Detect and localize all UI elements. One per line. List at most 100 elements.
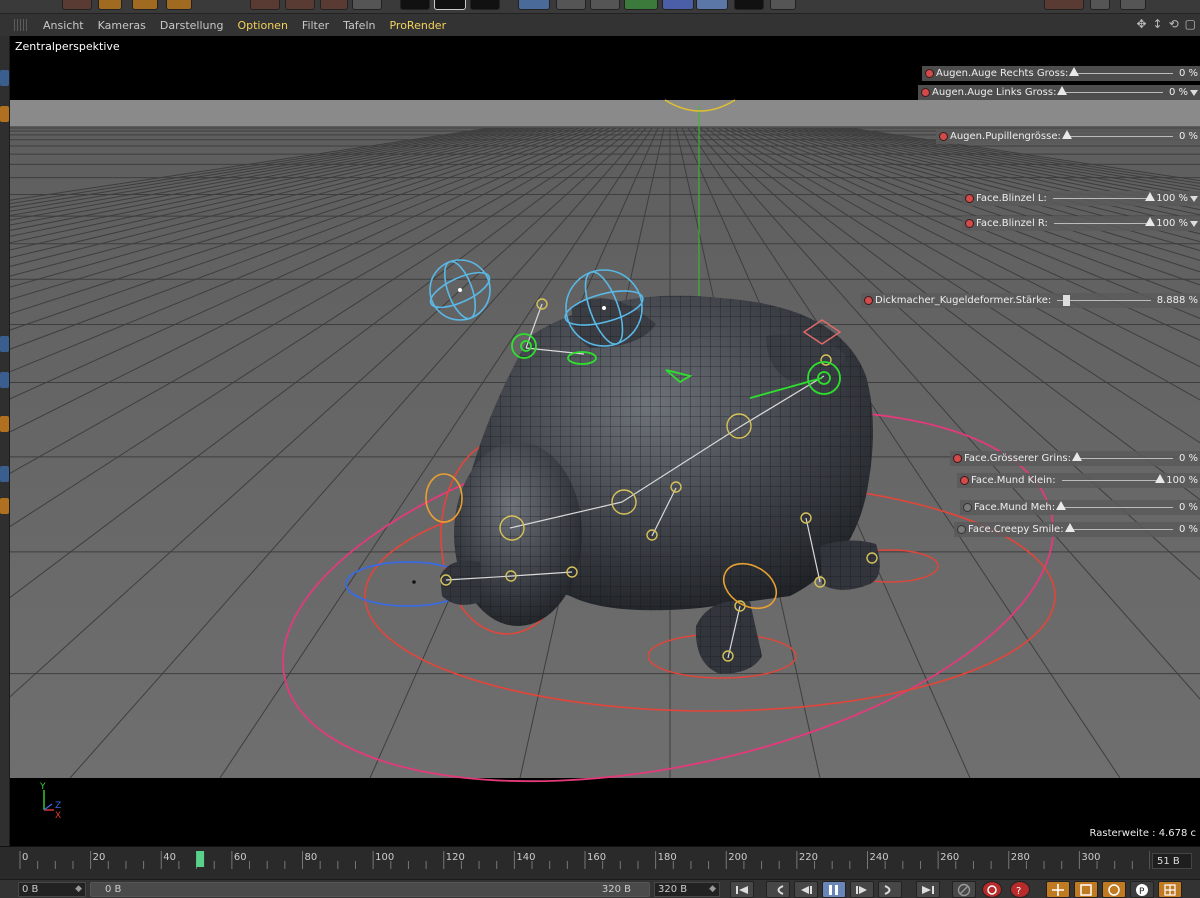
menu-kameras[interactable]: Kameras — [91, 19, 153, 32]
hud-slider-knob[interactable] — [1064, 523, 1075, 532]
viewport-title[interactable]: Zentralperspektive — [13, 39, 122, 54]
record-rotation-button[interactable] — [1102, 881, 1126, 898]
timeline[interactable]: 0 20 40 60 80 100 120 140 160 180 200 220 240 260 280 3… — [0, 846, 1200, 879]
current-frame-field[interactable]: 51 B — [1152, 853, 1192, 869]
hud-slider-knob[interactable] — [1056, 501, 1067, 510]
keyframe-dot[interactable] — [965, 194, 974, 203]
tool-icon[interactable] — [1120, 0, 1146, 10]
hud-slider-track[interactable] — [1052, 192, 1156, 201]
hud-slider-track[interactable] — [1053, 217, 1156, 226]
prev-frame-button[interactable] — [794, 881, 818, 898]
render-settings-icon[interactable] — [470, 0, 500, 10]
record-position-button[interactable] — [1046, 881, 1070, 898]
menu-ansicht[interactable]: Ansicht — [36, 19, 91, 32]
hud-slider-track[interactable] — [1069, 67, 1173, 76]
tool-select-icon[interactable] — [0, 70, 9, 86]
tool-model-icon[interactable] — [0, 106, 9, 122]
hud-slider-knob[interactable] — [1145, 192, 1156, 201]
hud-slider-groesserer-grins[interactable]: Face.Grösserer Grins: 0 % — [950, 451, 1200, 466]
hud-slider-track[interactable] — [1061, 130, 1173, 139]
start-frame-field[interactable]: 0 B ◆ — [18, 882, 86, 897]
y-axis-icon[interactable] — [285, 0, 315, 10]
autokey-button[interactable]: ? — [1010, 881, 1030, 898]
maximize-icon[interactable]: ▢ — [1185, 17, 1196, 31]
next-frame-button[interactable] — [850, 881, 874, 898]
hud-slider-track[interactable] — [1061, 474, 1166, 483]
hud-slider-blinzel-r[interactable]: Face.Blinzel R: 100 % — [962, 216, 1200, 231]
render-picture-icon[interactable] — [434, 0, 466, 10]
hud-slider-creepy-smile[interactable]: Face.Creepy Smile: 0 % — [954, 522, 1200, 537]
x-axis-icon[interactable] — [250, 0, 280, 10]
hud-slider-knob[interactable] — [1061, 130, 1072, 139]
keyframe-dot[interactable] — [965, 219, 974, 228]
hud-slider-pupillen[interactable]: Augen.Pupillengrösse: 0 % — [936, 129, 1200, 144]
hud-slider-knob[interactable] — [1069, 67, 1080, 76]
hud-slider-track[interactable] — [1057, 86, 1163, 95]
hud-slider-knob[interactable] — [1145, 217, 1156, 226]
goto-start-button[interactable] — [730, 881, 754, 898]
keyframe-dot[interactable] — [939, 132, 948, 141]
hud-slider-blinzel-l[interactable]: Face.Blinzel L: 100 % — [962, 191, 1200, 206]
hud-slider-track[interactable] — [1072, 452, 1173, 461]
preview-range-slider[interactable]: 0 B 320 B — [90, 882, 650, 897]
play-pause-button[interactable] — [822, 881, 846, 898]
scale-icon[interactable] — [132, 0, 158, 10]
menu-tafeln[interactable]: Tafeln — [336, 19, 382, 32]
menu-optionen[interactable]: Optionen — [230, 19, 294, 32]
dropdown-arrow-icon[interactable] — [1190, 89, 1198, 96]
camera-icon[interactable] — [734, 0, 764, 10]
record-button[interactable] — [982, 881, 1002, 898]
keyframe-dot[interactable] — [864, 296, 873, 305]
goto-end-button[interactable] — [916, 881, 940, 898]
next-key-button[interactable] — [878, 881, 902, 898]
render-view-icon[interactable] — [400, 0, 430, 10]
hud-slider-auge-links[interactable]: Augen.Auge Links Gross: 0 % — [918, 85, 1200, 100]
hud-slider-mund-meh[interactable]: Face.Mund Meh: 0 % — [960, 500, 1200, 515]
pan-icon[interactable]: ✥ — [1136, 17, 1146, 31]
keyframe-dot[interactable] — [921, 88, 930, 97]
rotate-icon[interactable] — [166, 0, 192, 10]
scene-render[interactable] — [10, 36, 1200, 846]
menu-prorender[interactable]: ProRender — [382, 19, 453, 32]
grip-icon[interactable] — [14, 19, 28, 31]
tool-points-icon[interactable] — [0, 372, 9, 388]
undo-icon[interactable] — [62, 0, 92, 10]
hud-slider-knob[interactable] — [1057, 86, 1068, 95]
deformer-icon[interactable] — [662, 0, 694, 10]
move-icon[interactable] — [98, 0, 122, 10]
hud-slider-kugeldeformer[interactable]: Dickmacher_Kugeldeformer.Stärke: 8.888 % — [861, 293, 1200, 308]
keyframe-dot[interactable] — [960, 476, 969, 485]
record-parameter-button[interactable]: P — [1130, 881, 1154, 898]
nurbs-icon[interactable] — [590, 0, 620, 10]
spline-icon[interactable] — [556, 0, 586, 10]
hud-slider-knob[interactable] — [1072, 452, 1083, 461]
light-icon[interactable] — [770, 0, 796, 10]
tool-texture-icon[interactable] — [0, 336, 9, 352]
record-scale-button[interactable] — [1074, 881, 1098, 898]
hud-slider-track[interactable] — [1056, 501, 1173, 510]
menu-filter[interactable]: Filter — [295, 19, 336, 32]
hud-slider-knob[interactable] — [1062, 295, 1070, 306]
dropdown-arrow-icon[interactable] — [1190, 195, 1198, 202]
floor-icon[interactable] — [696, 0, 728, 10]
hud-slider-track[interactable] — [1057, 295, 1151, 306]
record-mode-button[interactable] — [952, 881, 976, 898]
tool-snap-icon[interactable] — [0, 498, 9, 514]
timeline-ruler[interactable]: 0 20 40 60 80 100 120 140 160 180 200 220 240 260 280 3… — [10, 847, 1150, 869]
hud-slider-knob[interactable] — [1155, 474, 1166, 483]
coord-icon[interactable] — [352, 0, 382, 10]
zoom-icon[interactable]: ↕ — [1153, 17, 1163, 31]
hud-slider-mund-klein[interactable]: Face.Mund Klein: 100 % — [957, 473, 1200, 488]
array-icon[interactable] — [624, 0, 658, 10]
spinner-icon[interactable]: ◆ — [75, 883, 82, 896]
dropdown-arrow-icon[interactable] — [1190, 220, 1198, 227]
z-axis-icon[interactable] — [320, 0, 348, 10]
layout-icon[interactable] — [1044, 0, 1084, 10]
tool-polygons-icon[interactable] — [0, 466, 9, 482]
interface-icon[interactable] — [1090, 0, 1110, 10]
prev-key-button[interactable] — [766, 881, 790, 898]
cube-icon[interactable] — [518, 0, 550, 10]
end-frame-field[interactable]: 320 B ◆ — [654, 882, 720, 897]
hud-slider-auge-rechts[interactable]: Augen.Auge Rechts Gross: 0 % — [922, 66, 1200, 81]
menu-darstellung[interactable]: Darstellung — [153, 19, 231, 32]
